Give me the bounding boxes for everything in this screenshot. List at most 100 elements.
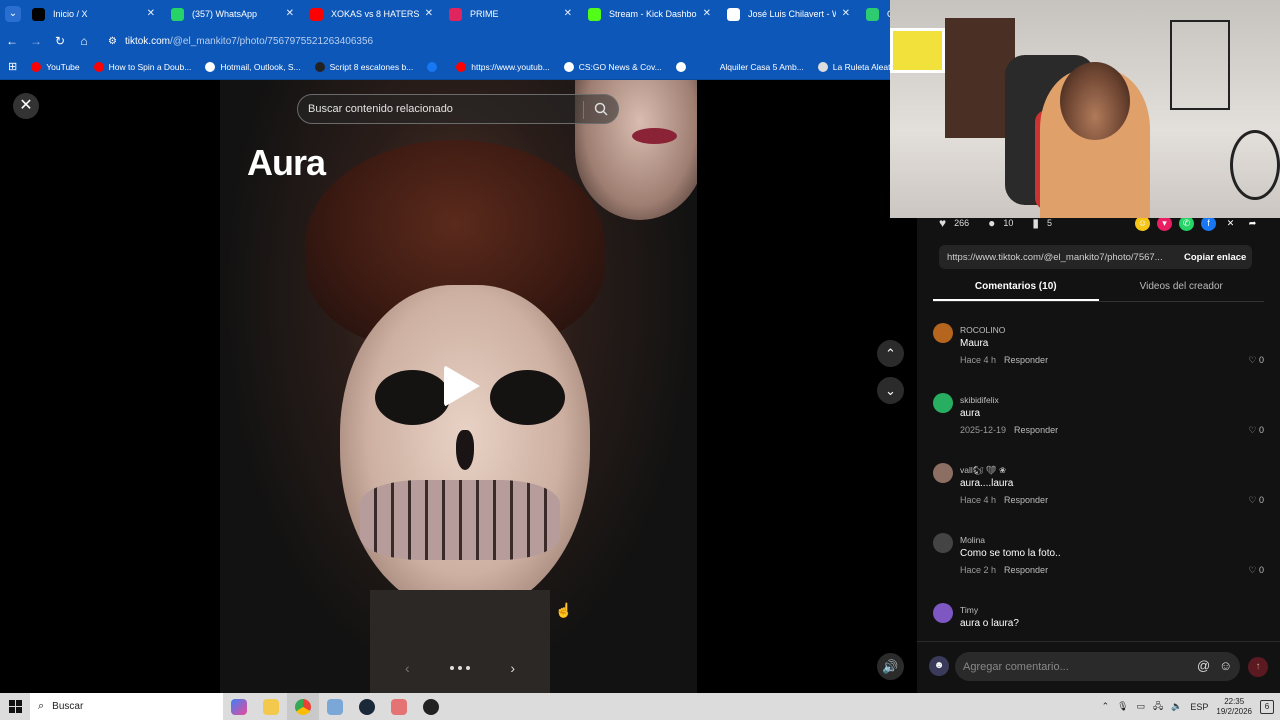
comment-text: Como se tomo la foto.. [960,548,1061,559]
close-button[interactable]: ✕ [13,93,39,119]
volume-icon[interactable]: 🔈 [1171,701,1182,712]
share-friends-icon[interactable]: ☺ [1135,216,1150,231]
close-tab-icon[interactable]: ✕ [842,8,850,19]
bookmark-item[interactable]: Alquiler Casa 5 Amb... [704,61,804,72]
browser-tab[interactable]: José Luis Chilavert - Wikip ✕ [721,0,860,28]
mention-icon[interactable]: @ [1197,658,1210,673]
comment-username[interactable]: Molina [960,535,985,545]
like-button[interactable]: ♥ 266 [939,216,969,230]
comment-input[interactable]: Agregar comentario... @ ☺ [955,652,1240,681]
taskbar-app-blue[interactable] [319,693,351,720]
apps-button[interactable]: ⊞ [8,60,17,73]
avatar[interactable] [933,393,953,413]
avatar[interactable] [933,603,953,623]
taskbar-explorer[interactable] [255,693,287,720]
taskbar-search[interactable]: ⌕ Buscar [30,693,223,720]
bookmark-favicon-icon [205,61,216,72]
share-facebook-icon[interactable]: f [1201,216,1216,231]
notifications-button[interactable]: 6 [1260,699,1274,714]
carousel-prev-icon[interactable]: ‹ [405,660,410,676]
back-button[interactable]: ← [0,28,24,54]
bookmark-item[interactable]: How to Spin a Doub... [93,61,191,72]
send-comment-button[interactable]: ↑ [1248,657,1268,677]
comment-username[interactable]: ROCOLINO [960,325,1005,335]
next-post-button[interactable]: ⌄ [877,377,904,404]
taskbar-obs[interactable] [415,693,447,720]
comment-like-button[interactable]: ♡ 0 [1248,495,1264,506]
related-search-input[interactable]: Buscar contenido relacionado [297,94,619,124]
bookmark-item[interactable]: YouTube [31,61,80,72]
start-button[interactable] [0,693,30,720]
browser-tab[interactable]: Inicio / X ✕ [26,0,165,28]
post-photo[interactable]: Aura Buscar contenido relacionado ‹ › ☝ [220,80,697,693]
share-repost-icon[interactable]: ▾ [1157,216,1172,231]
bookmark-item[interactable] [427,61,442,72]
browser-tab[interactable]: Stream - Kick Dashboard ✕ [582,0,721,28]
comment-like-button[interactable]: ♡ 0 [1248,565,1264,576]
bookmark-item[interactable]: CS:GO News & Cov... [563,61,662,72]
volume-button[interactable]: 🔊 [877,653,904,680]
browser-tab[interactable]: (357) WhatsApp ✕ [165,0,304,28]
comment-item: Timy aura o laura? [933,603,1264,643]
carousel-next-icon[interactable]: › [510,660,515,676]
app-icon [327,698,343,715]
comment-button[interactable]: ● 10 [988,216,1013,230]
bookmark-item[interactable]: Hotmail, Outlook, S... [205,61,301,72]
play-icon[interactable] [444,365,480,407]
taskbar-chrome[interactable] [287,693,319,720]
close-tab-icon[interactable]: ✕ [147,8,155,19]
bookmark-item[interactable]: https://www.youtub... [456,61,550,72]
comment-username[interactable]: vall🐿 ❤ ❀ [960,465,1006,476]
reply-button[interactable]: Responder [1004,565,1048,575]
tab-search-button[interactable]: ⌄ [0,0,26,28]
browser-tab[interactable]: XOKAS vs 8 HATERS - You ✕ [304,0,443,28]
reply-button[interactable]: Responder [1004,495,1048,505]
tab-comments[interactable]: Comentarios (10) [933,276,1099,301]
comment-like-button[interactable]: ♡ 0 [1248,425,1264,436]
taskbar-steam[interactable] [351,693,383,720]
app-tray-icon[interactable]: ▭ [1137,701,1146,712]
site-info-icon[interactable]: ⚙ [108,36,117,47]
copy-link-button[interactable]: Copiar enlace [1184,252,1246,263]
taskbar-app-red[interactable] [383,693,415,720]
comment-meta: Hace 4 h Responder [960,495,1048,505]
comment-meta: Hace 4 h Responder [960,355,1048,365]
forward-button[interactable]: → [24,28,48,54]
share-whatsapp-icon[interactable]: ✆ [1179,216,1194,231]
bookmark-item[interactable] [675,61,691,72]
close-tab-icon[interactable]: ✕ [564,8,572,19]
emoji-icon[interactable]: ☺ [1219,658,1232,673]
language-indicator[interactable]: ESP [1190,702,1208,712]
url-field[interactable]: ⚙ tiktok.com/@el_mankito7/photo/75679755… [100,31,870,51]
avatar[interactable] [933,533,953,553]
search-icon[interactable] [594,102,608,116]
share-x-icon[interactable]: ✕ [1223,216,1238,231]
tab-creator-videos[interactable]: Videos del creador [1099,276,1265,301]
close-tab-icon[interactable]: ✕ [425,8,433,19]
network-icon[interactable]: 🖧 [1153,699,1163,715]
reply-button[interactable]: Responder [1014,425,1058,435]
comment-username[interactable]: Timy [960,605,978,615]
post-link-text[interactable]: https://www.tiktok.com/@el_mankito7/phot… [947,252,1172,263]
obs-icon [423,698,439,715]
microphone-icon[interactable]: 🎙 [1117,701,1128,712]
taskbar-copilot[interactable] [223,693,255,720]
home-button[interactable]: ⌂ [72,28,96,54]
previous-post-button[interactable]: ⌃ [877,340,904,367]
avatar[interactable] [933,463,953,483]
comment-username[interactable]: skibidifelix [960,395,999,405]
share-more-icon[interactable]: ➦ [1245,216,1260,231]
save-button[interactable]: ▮ 5 [1032,216,1052,230]
comment-like-button[interactable]: ♡ 0 [1248,355,1264,366]
chevron-up-icon[interactable]: ⌃ [1102,701,1110,712]
browser-tab[interactable]: PRIME ✕ [443,0,582,28]
apps-grid-icon: ⊞ [8,61,18,73]
bookmark-item[interactable]: Script 8 escalones b... [314,61,413,72]
reply-button[interactable]: Responder [1004,355,1048,365]
reload-button[interactable]: ↻ [48,28,72,54]
close-tab-icon[interactable]: ✕ [286,8,294,19]
clock[interactable]: 22:35 19/2/2026 [1216,697,1252,717]
post-link-box: https://www.tiktok.com/@el_mankito7/phot… [939,245,1252,269]
close-tab-icon[interactable]: ✕ [703,8,711,19]
avatar[interactable] [933,323,953,343]
